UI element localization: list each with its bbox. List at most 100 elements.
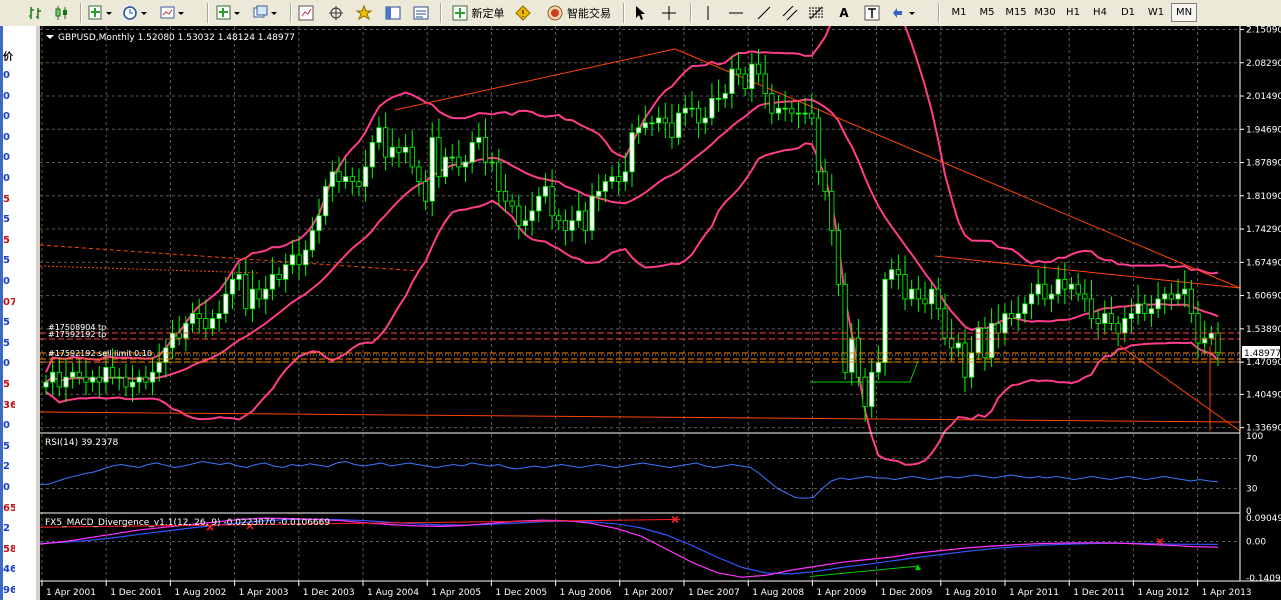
candle-body: [1108, 313, 1115, 324]
timeframe-m5[interactable]: M5: [974, 3, 1000, 22]
candle-body: [529, 210, 535, 222]
y-tick-label: 1.67490: [1246, 258, 1281, 268]
vertical-line-icon[interactable]: [698, 3, 718, 22]
market-watch-value: 5: [3, 255, 10, 267]
candle-body: [829, 190, 835, 231]
templates-icon[interactable]: [158, 3, 188, 22]
candle-body: [343, 176, 349, 182]
timeframe-mn[interactable]: MN: [1171, 3, 1197, 22]
candle-body: [90, 376, 96, 383]
equidistant-channel-icon[interactable]: [780, 3, 800, 22]
navigator-icon[interactable]: [383, 3, 403, 22]
x-tick-label: 1 Aug 2002: [174, 588, 226, 598]
candle-body: [715, 98, 722, 100]
expert-advisors-button[interactable]: 智能交易: [541, 3, 617, 22]
candle-body: [909, 288, 915, 300]
candle-body: [489, 161, 495, 164]
crosshair-icon[interactable]: [659, 3, 679, 22]
candle-body: [1102, 313, 1108, 324]
text-tool-button[interactable]: A: [834, 3, 854, 22]
x-tick-label: 1 Aug 2004: [367, 588, 419, 598]
bar-chart-icon[interactable]: [26, 3, 46, 22]
candle-body: [209, 318, 216, 329]
timeframe-d1[interactable]: D1: [1115, 3, 1141, 22]
macd-level-label: 0.00: [1246, 537, 1266, 547]
candle-body: [516, 205, 522, 226]
text-label-icon[interactable]: [862, 3, 882, 22]
candle-body: [83, 376, 89, 383]
order-label: #17592192 tp: [48, 330, 106, 339]
candle-body: [536, 195, 542, 212]
candle-body: [622, 171, 628, 182]
candle-body: [376, 127, 382, 143]
arrows-icon[interactable]: [889, 3, 919, 22]
candle-body: [276, 274, 282, 280]
candle-body: [323, 186, 329, 217]
candle-body: [889, 269, 895, 280]
x-tick-label: 1 Aug 2008: [752, 588, 804, 598]
candle-body: [735, 68, 742, 75]
metaeditor-icon[interactable]: [513, 3, 533, 22]
terminal-icon[interactable]: [411, 3, 431, 22]
timeframe-m1[interactable]: M1: [946, 3, 972, 22]
timeframe-h4[interactable]: H4: [1087, 3, 1113, 22]
zoom-in-icon[interactable]: [86, 3, 116, 22]
market-watch-value: 36: [3, 399, 15, 411]
favorites-icon[interactable]: [354, 3, 374, 22]
y-tick-label: 1.53890: [1246, 325, 1281, 335]
timeframe-m15[interactable]: M15: [1002, 3, 1030, 22]
candle-body: [316, 215, 322, 231]
candle-body: [822, 171, 828, 192]
candle-body: [1015, 313, 1021, 319]
market-watch-value: 0: [3, 90, 10, 102]
candle-body: [1055, 278, 1061, 295]
candle-body: [1088, 298, 1095, 319]
candle-body: [1022, 303, 1028, 315]
candle-body: [649, 122, 655, 125]
candle-body: [1188, 288, 1194, 315]
candle-body: [402, 146, 409, 153]
chart-info-label: GBPUSD,Monthly 1.52080 1.53032 1.48124 1…: [58, 33, 295, 43]
new-chart-icon[interactable]: [214, 3, 244, 22]
candle-body: [1148, 308, 1155, 315]
trendline-icon[interactable]: [754, 3, 774, 22]
market-watch-value: 5: [3, 337, 10, 349]
chart-window[interactable]: #17508904 tp#17592192 tp#17592192 sell l…: [40, 26, 1281, 600]
candle-body: [1095, 318, 1101, 324]
candle-body: [809, 112, 815, 119]
candle-body: [775, 107, 782, 114]
market-watch-icon[interactable]: [296, 3, 316, 22]
market-watch-value: 5: [3, 440, 10, 452]
timeframe-m30[interactable]: M30: [1031, 3, 1059, 22]
x-tick-label: 1 Dec 2005: [495, 588, 547, 598]
candle-body: [556, 215, 562, 222]
crosshair-move-icon[interactable]: [326, 3, 346, 22]
cursor-icon[interactable]: [630, 3, 650, 22]
candle-body: [942, 308, 948, 339]
candle-body: [1068, 283, 1075, 290]
candlestick-icon[interactable]: [52, 3, 72, 22]
candle-body: [1008, 313, 1015, 319]
fibonacci-icon[interactable]: [806, 3, 826, 22]
candle-body: [862, 376, 868, 407]
candle-body: [609, 176, 615, 182]
horizontal-line-icon[interactable]: [726, 3, 746, 22]
candle-body: [922, 298, 928, 305]
new-order-button[interactable]: 新定单: [447, 3, 509, 22]
candle-body: [482, 137, 489, 163]
profiles-icon[interactable]: [251, 3, 281, 22]
candle-body: [476, 137, 482, 143]
timeframe-w1[interactable]: W1: [1143, 3, 1169, 22]
candle-body: [289, 254, 295, 266]
market-watch-value: 0: [3, 358, 10, 370]
clock-icon[interactable]: [121, 3, 151, 22]
candle-body: [1162, 293, 1168, 300]
candle-body: [56, 371, 62, 388]
candle-body: [103, 367, 109, 383]
candle-body: [509, 200, 515, 207]
market-watch-panel: 价 0 0 0 0 0 0 5 5 5 5 0 07 5 5 0 5 36 0 5 2 0 65 2 58 46 96: [0, 26, 37, 600]
x-tick-label: 1 Apr 2007: [624, 588, 674, 598]
candle-body: [995, 323, 1001, 334]
market-watch-value: 5: [3, 379, 10, 390]
timeframe-h1[interactable]: H1: [1060, 3, 1086, 22]
